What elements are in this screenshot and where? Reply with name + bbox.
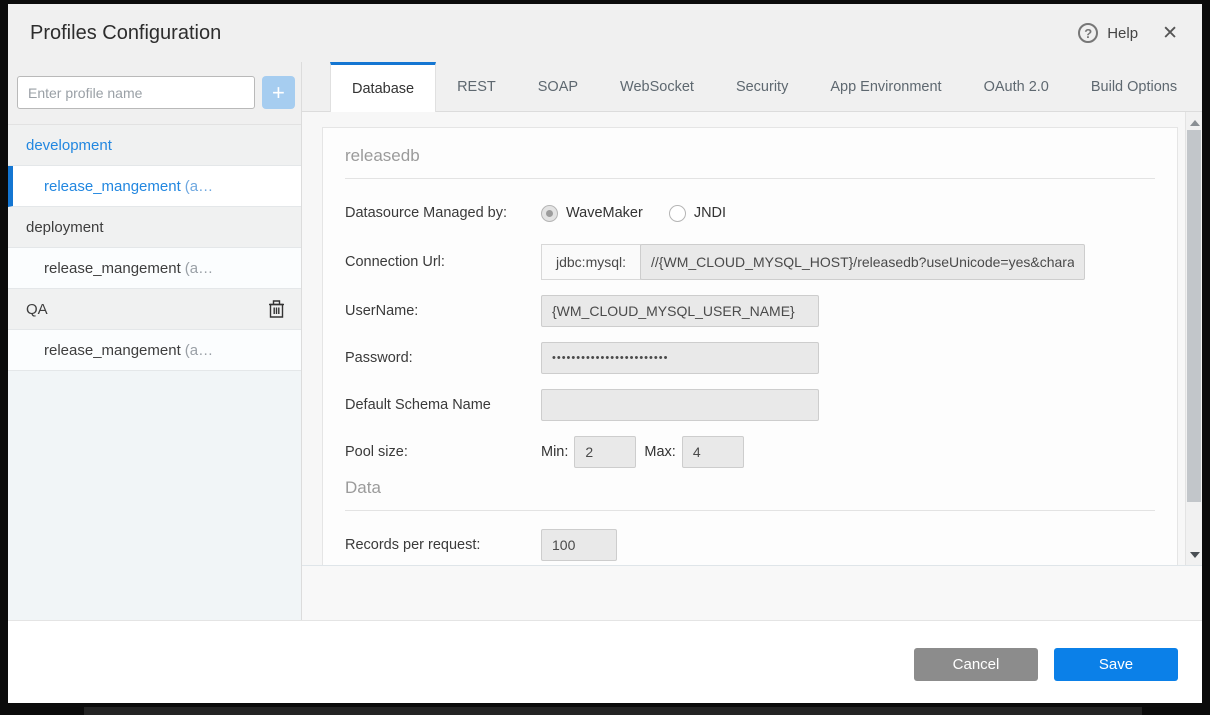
pool-max-label: Max: xyxy=(644,444,675,460)
truncated-suffix: (a… xyxy=(185,260,213,277)
field-label: Datasource Managed by: xyxy=(345,205,541,221)
dialog-body: + development release_mangement (a… depl… xyxy=(8,62,1202,620)
pool-max-input[interactable] xyxy=(682,436,744,468)
header-actions: ? Help ✕ xyxy=(1078,23,1178,43)
tab-websocket[interactable]: WebSocket xyxy=(599,62,715,111)
content-spacer xyxy=(302,566,1202,620)
tab-content-scroll-area: releasedb Datasource Managed by: WaveMak… xyxy=(302,112,1202,566)
section-title-data: Data xyxy=(345,478,1155,498)
vertical-scrollbar[interactable] xyxy=(1185,112,1202,566)
datasource-managed-row: Datasource Managed by: WaveMaker JNDI xyxy=(345,197,1155,229)
tab-database[interactable]: Database xyxy=(330,62,436,112)
default-schema-row: Default Schema Name xyxy=(345,389,1155,421)
save-button[interactable]: Save xyxy=(1054,648,1178,681)
scroll-down-icon[interactable] xyxy=(1190,552,1200,558)
connection-url-prefix: jdbc:mysql: xyxy=(541,244,641,280)
radio-option-wavemaker[interactable]: WaveMaker xyxy=(541,205,643,222)
field-label: Default Schema Name xyxy=(345,397,541,413)
field-label: Records per request: xyxy=(345,537,541,553)
sidebar-group-development[interactable]: development xyxy=(8,125,301,166)
close-icon[interactable]: ✕ xyxy=(1162,24,1178,43)
background-window-edge xyxy=(84,707,1142,715)
profile-add-row: + xyxy=(8,62,301,124)
help-link[interactable]: Help xyxy=(1107,25,1138,42)
dialog-header: Profiles Configuration ? Help ✕ xyxy=(8,4,1202,62)
section-divider xyxy=(345,510,1155,511)
truncated-suffix: (a… xyxy=(185,342,213,359)
field-label: UserName: xyxy=(345,303,541,319)
default-schema-input[interactable] xyxy=(541,389,819,421)
tab-security[interactable]: Security xyxy=(715,62,809,111)
records-per-request-input[interactable] xyxy=(541,529,617,561)
dialog-footer: Cancel Save xyxy=(8,620,1202,703)
cancel-button[interactable]: Cancel xyxy=(914,648,1038,681)
profiles-configuration-dialog: Profiles Configuration ? Help ✕ + develo… xyxy=(8,4,1202,703)
scrollbar-thumb[interactable] xyxy=(1187,130,1201,502)
radio-wavemaker-icon[interactable] xyxy=(541,205,558,222)
profile-detail-panel: Database REST SOAP WebSocket Security Ap… xyxy=(302,62,1202,620)
password-input[interactable] xyxy=(541,342,819,374)
profiles-sidebar: + development release_mangement (a… depl… xyxy=(8,62,302,620)
section-divider xyxy=(345,178,1155,179)
username-row: UserName: xyxy=(345,295,1155,327)
scroll-up-icon[interactable] xyxy=(1190,120,1200,126)
help-icon[interactable]: ? xyxy=(1078,23,1098,43)
pool-size-row: Pool size: Min: Max: xyxy=(345,436,1155,468)
page-title: Profiles Configuration xyxy=(30,22,221,45)
radio-jndi-icon[interactable] xyxy=(669,205,686,222)
username-input[interactable] xyxy=(541,295,819,327)
tab-soap[interactable]: SOAP xyxy=(517,62,599,111)
radio-option-jndi[interactable]: JNDI xyxy=(669,205,726,222)
profiles-list: development release_mangement (a… deploy… xyxy=(8,124,301,371)
field-label: Connection Url: xyxy=(345,254,541,270)
records-per-request-row: Records per request: xyxy=(345,529,1155,561)
sidebar-item-release-mangement-qa[interactable]: release_mangement (a… xyxy=(8,330,301,371)
sidebar-item-release-mangement-deploy[interactable]: release_mangement (a… xyxy=(8,248,301,289)
field-label: Pool size: xyxy=(345,444,541,460)
tab-build-options[interactable]: Build Options xyxy=(1070,62,1198,111)
tab-oauth[interactable]: OAuth 2.0 xyxy=(963,62,1070,111)
password-row: Password: xyxy=(345,342,1155,374)
tab-app-environment[interactable]: App Environment xyxy=(809,62,962,111)
sidebar-group-deployment[interactable]: deployment xyxy=(8,207,301,248)
connection-url-input[interactable] xyxy=(640,244,1085,280)
sidebar-item-release-mangement-dev[interactable]: release_mangement (a… xyxy=(8,166,301,207)
pool-min-input[interactable] xyxy=(574,436,636,468)
database-settings-card: releasedb Datasource Managed by: WaveMak… xyxy=(322,127,1178,566)
add-profile-button[interactable]: + xyxy=(262,76,295,109)
connection-url-row: Connection Url: jdbc:mysql: xyxy=(345,244,1155,280)
truncated-suffix: (a… xyxy=(185,178,213,195)
profile-name-input[interactable] xyxy=(17,76,255,109)
sidebar-group-qa[interactable]: QA xyxy=(8,289,301,330)
pool-min-label: Min: xyxy=(541,444,568,460)
delete-profile-icon[interactable] xyxy=(268,299,285,319)
tab-rest[interactable]: REST xyxy=(436,62,517,111)
section-title-releasedb: releasedb xyxy=(345,146,1155,166)
field-label: Password: xyxy=(345,350,541,366)
config-tabs: Database REST SOAP WebSocket Security Ap… xyxy=(302,62,1202,112)
